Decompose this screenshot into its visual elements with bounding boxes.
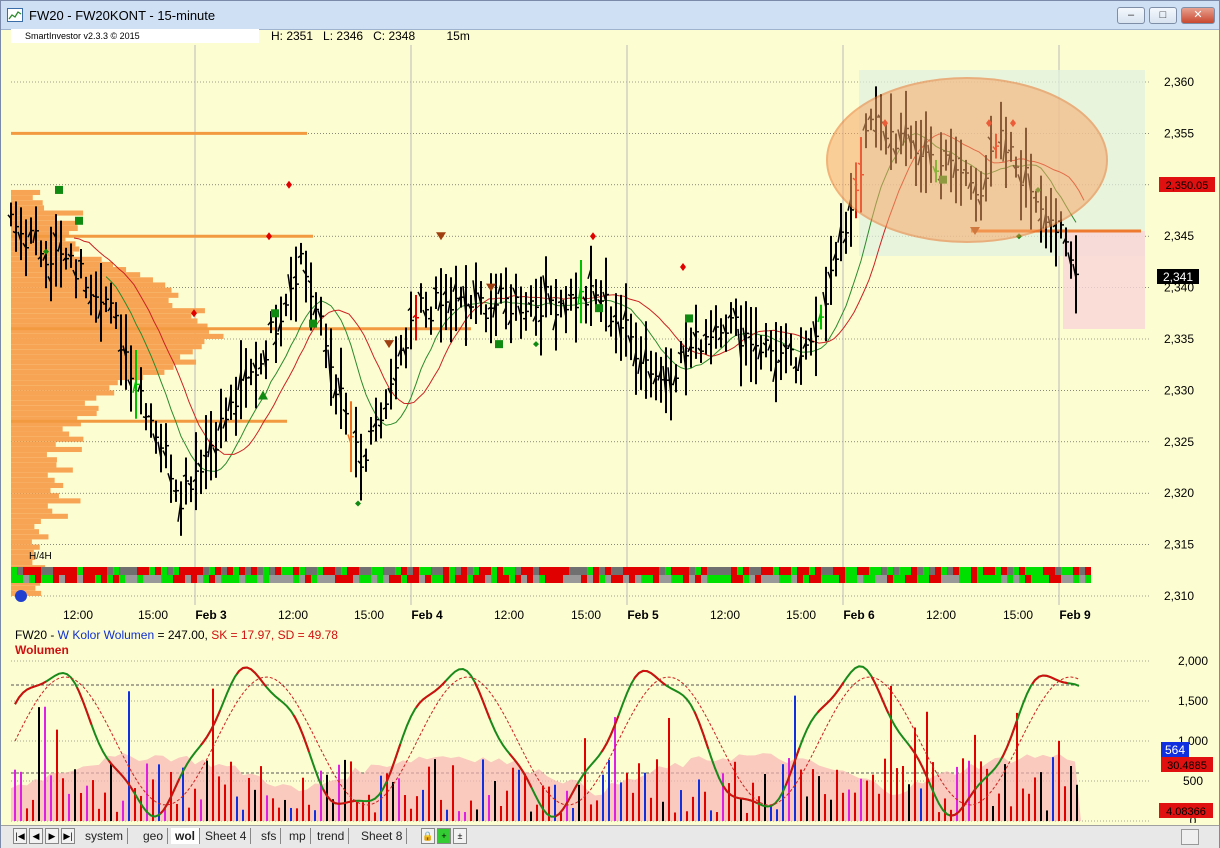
hlc-readout: H: 2351 L: 2346 C: 2348 15m [271,29,470,43]
time-tick-label: Feb 5 [627,608,659,622]
maximize-button[interactable]: □ [1149,7,1177,24]
volume-tick-label: 500 [1183,774,1203,788]
volume-title-indicator: W Kolor Wolumen [57,628,155,642]
price-tick-label: 2,345 [1164,229,1194,243]
lock-icon[interactable]: 🔒 [421,828,435,844]
horizontal-scrollbar[interactable] [1181,829,1199,845]
price-tick-label: 2,320 [1164,486,1194,500]
time-tick-label: 12:00 [63,608,93,622]
add-sheet-icon[interactable]: + [437,828,451,844]
volume-tick-label: 1,500 [1178,694,1208,708]
prev-sheet-button[interactable]: ◀ [29,828,43,844]
volume-badge-red-2: 4.08366 [1166,806,1206,818]
tab-wol[interactable]: wol [171,828,200,844]
time-tick-label: 15:00 [354,608,384,622]
volume-chart[interactable]: 2,0001,5001,0005000 564 30.4885 4.08366 [1,643,1219,823]
time-tick-label: 15:00 [138,608,168,622]
price-tick-label: 2,325 [1164,435,1194,449]
volume-title-prefix: FW20 - [15,628,58,642]
tab-trend[interactable]: trend [313,828,350,844]
sheet-tab-bar: |◀ ◀ ▶ ▶| system geo wol Sheet 4 sfs mp trend S… [1,825,1219,848]
signal-strip [11,567,1091,583]
volume-badge-blue: 564 [1165,743,1185,757]
time-tick-label: Feb 9 [1059,608,1091,622]
tab-sheet-4[interactable]: Sheet 4 [201,828,252,844]
price-chart[interactable]: 2,3602,3552,3502,3452,3402,3352,3302,325… [1,45,1219,645]
highlight-ellipse [826,77,1108,243]
price-tick-label: 2,330 [1164,383,1194,397]
time-axis: 12:00 15:00 Feb 3 12:00 15:00 Feb 4 12:00 15:00… [63,608,1091,622]
time-tick-label: 15:00 [571,608,601,622]
tab-system[interactable]: system [81,828,129,844]
title-bar[interactable]: FW20 - FW20KONT - 15-minute – □ ✕ [1,1,1219,30]
next-sheet-button[interactable]: ▶ [45,828,59,844]
price-tick-label: 2,355 [1164,126,1194,140]
volume-profile [11,189,224,596]
low-value: L: 2346 [323,29,364,43]
tab-mp[interactable]: mp [285,828,311,844]
window-title: FW20 - FW20KONT - 15-minute [29,8,216,23]
time-tick-label: 15:00 [1003,608,1033,622]
price-tick-label: 2,360 [1164,75,1194,89]
volume-badge-red-1: 30.4885 [1167,760,1207,772]
time-tick-label: Feb 3 [195,608,227,622]
level-badge: 2,350.05 [1166,180,1209,192]
current-price-badge: 2,341 [1163,270,1193,284]
price-tick-label: 2,315 [1164,538,1194,552]
last-sheet-button[interactable]: ▶| [61,828,75,844]
minimize-icon: – [1127,9,1135,21]
volume-title-value: = 247.00, [154,628,212,642]
time-tick-label: 12:00 [278,608,308,622]
high-value: H: 2351 [271,29,314,43]
time-tick-label: 15:00 [786,608,816,622]
time-tick-label: 12:00 [494,608,524,622]
version-badge: SmartInvestor v2.3.3 © 2015 [11,29,259,43]
app-window: FW20 - FW20KONT - 15-minute – □ ✕ SmartI… [0,0,1220,848]
time-tick-label: Feb 6 [843,608,875,622]
volume-title-sk: SK = 17.97, [211,628,275,642]
price-tick-label: 2,310 [1164,589,1194,603]
volume-axis: 2,0001,5001,0005000 [1178,654,1208,823]
tab-geo[interactable]: geo [139,828,169,844]
first-sheet-button[interactable]: |◀ [13,828,27,844]
time-tick-label: 12:00 [710,608,740,622]
interval-value: 15m [446,29,470,43]
volume-tick-label: 2,000 [1178,654,1208,668]
sheet-options-icon[interactable]: ± [453,828,467,844]
volume-title-sd: SD = 49.78 [277,628,338,642]
time-tick-label: Feb 4 [411,608,443,622]
minimize-button[interactable]: – [1117,7,1145,24]
close-button[interactable]: ✕ [1181,7,1215,24]
tab-sfs[interactable]: sfs [257,828,282,844]
close-value: C: 2348 [373,29,416,43]
maximize-icon: □ [1159,9,1167,21]
price-axis: 2,3602,3552,3502,3452,3402,3352,3302,325… [1164,75,1194,603]
close-icon: ✕ [1193,9,1203,21]
chart-app-icon [7,8,23,22]
price-tick-label: 2,335 [1164,332,1194,346]
tab-sheet-8[interactable]: Sheet 8 [357,828,408,844]
time-tick-label: 12:00 [926,608,956,622]
scroll-anchor-icon[interactable] [15,590,27,602]
profile-label: H/4H [29,551,52,562]
